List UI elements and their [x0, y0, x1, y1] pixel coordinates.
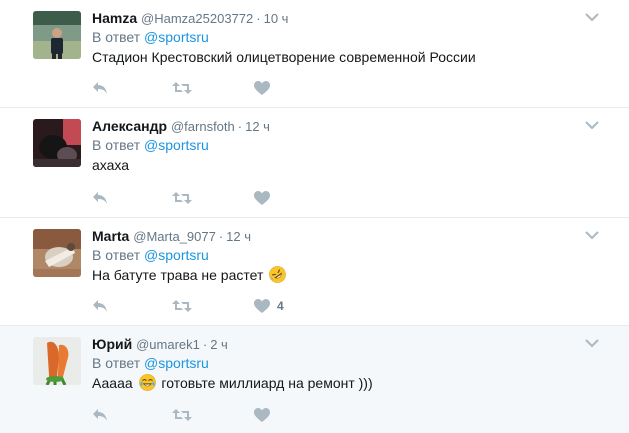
retweet-icon: [172, 300, 192, 312]
user-name[interactable]: Александр: [92, 118, 167, 134]
retweet-button[interactable]: [172, 190, 192, 206]
chevron-down-icon[interactable]: [585, 12, 599, 22]
tweet-header: Marta @Marta_9077 · 12 ч: [92, 227, 251, 246]
reply-button[interactable]: [92, 80, 108, 96]
like-count: 4: [277, 299, 284, 313]
user-name[interactable]: Hamza: [92, 10, 137, 26]
tweet-item[interactable]: Александр @farnsfoth · 12 ч В ответ @sport…: [0, 108, 629, 218]
reply-icon: [93, 409, 107, 421]
tweet-item[interactable]: Юрий @umarek1 · 2 ч В ответ @sportsru Аааа…: [0, 326, 629, 433]
timestamp[interactable]: 12 ч: [226, 229, 251, 244]
tweet-text: Ааааа готовьте миллиард на ремонт ))): [92, 374, 373, 392]
tweet-text: ахаха: [92, 157, 130, 173]
user-handle[interactable]: @farnsfoth: [171, 119, 235, 134]
tweet-header: Hamza @Hamza25203772 · 10 ч: [92, 9, 288, 28]
like-button[interactable]: [254, 80, 277, 96]
reply-prefix: В ответ: [92, 137, 141, 153]
reply-button[interactable]: [92, 298, 108, 314]
reply-icon: [93, 300, 107, 312]
heart-icon: [254, 299, 270, 313]
chevron-down-icon[interactable]: [585, 120, 599, 130]
heart-icon: [254, 191, 270, 205]
reply-mention[interactable]: @sportsru: [144, 137, 209, 153]
avatar[interactable]: [33, 337, 81, 385]
reply-icon: [93, 82, 107, 94]
tweet-text-main: Ааааа: [92, 375, 133, 391]
tears-of-joy-emoji: [138, 374, 156, 391]
avatar[interactable]: [33, 229, 81, 277]
rolling-on-floor-laughing-emoji: [269, 266, 287, 283]
reply-context: В ответ @sportsru: [92, 246, 209, 264]
reply-context: В ответ @sportsru: [92, 136, 209, 154]
like-button[interactable]: [254, 190, 277, 206]
tweet-text-main: На батуте трава не растет: [92, 267, 264, 283]
avatar[interactable]: [33, 119, 81, 167]
reply-mention[interactable]: @sportsru: [144, 29, 209, 45]
tweet-text: На батуте трава не растет: [92, 266, 288, 284]
timestamp[interactable]: 10 ч: [264, 11, 289, 26]
timestamp[interactable]: 12 ч: [245, 119, 270, 134]
separator-dot: ·: [202, 337, 208, 352]
avatar[interactable]: [33, 11, 81, 59]
user-name[interactable]: Marta: [92, 228, 129, 244]
user-handle[interactable]: @Marta_9077: [133, 229, 216, 244]
retweet-button[interactable]: [172, 407, 192, 423]
heart-icon: [254, 81, 270, 95]
reply-prefix: В ответ: [92, 247, 141, 263]
tweet-header: Юрий @umarek1 · 2 ч: [92, 335, 228, 354]
timestamp[interactable]: 2 ч: [210, 337, 228, 352]
user-handle[interactable]: @Hamza25203772: [141, 11, 253, 26]
reply-mention[interactable]: @sportsru: [144, 247, 209, 263]
separator-dot: ·: [218, 229, 224, 244]
like-button[interactable]: 4: [254, 298, 284, 314]
reply-button[interactable]: [92, 190, 108, 206]
tweet-header: Александр @farnsfoth · 12 ч: [92, 117, 270, 136]
retweet-icon: [172, 409, 192, 421]
tweet-text: Стадион Крестовский олицетворение соврем…: [92, 49, 476, 65]
reply-mention[interactable]: @sportsru: [144, 355, 209, 371]
retweet-icon: [172, 192, 192, 204]
reply-prefix: В ответ: [92, 355, 141, 371]
retweet-icon: [172, 82, 192, 94]
reply-context: В ответ @sportsru: [92, 354, 209, 372]
reply-icon: [93, 192, 107, 204]
tweet-feed: Hamza @Hamza25203772 · 10 ч В ответ @sport…: [0, 0, 629, 433]
reply-context: В ответ @sportsru: [92, 28, 209, 46]
tweet-text-rest: готовьте миллиард на ремонт ))): [161, 375, 373, 391]
separator-dot: ·: [237, 119, 243, 134]
like-button[interactable]: [254, 407, 277, 423]
reply-prefix: В ответ: [92, 29, 141, 45]
tweet-item[interactable]: Hamza @Hamza25203772 · 10 ч В ответ @sport…: [0, 0, 629, 108]
heart-icon: [254, 408, 270, 422]
user-handle[interactable]: @umarek1: [136, 337, 200, 352]
chevron-down-icon[interactable]: [585, 338, 599, 348]
reply-button[interactable]: [92, 407, 108, 423]
retweet-button[interactable]: [172, 80, 192, 96]
user-name[interactable]: Юрий: [92, 336, 132, 352]
retweet-button[interactable]: [172, 298, 192, 314]
chevron-down-icon[interactable]: [585, 230, 599, 240]
separator-dot: ·: [256, 11, 261, 26]
tweet-item[interactable]: Marta @Marta_9077 · 12 ч В ответ @sportsru…: [0, 218, 629, 326]
